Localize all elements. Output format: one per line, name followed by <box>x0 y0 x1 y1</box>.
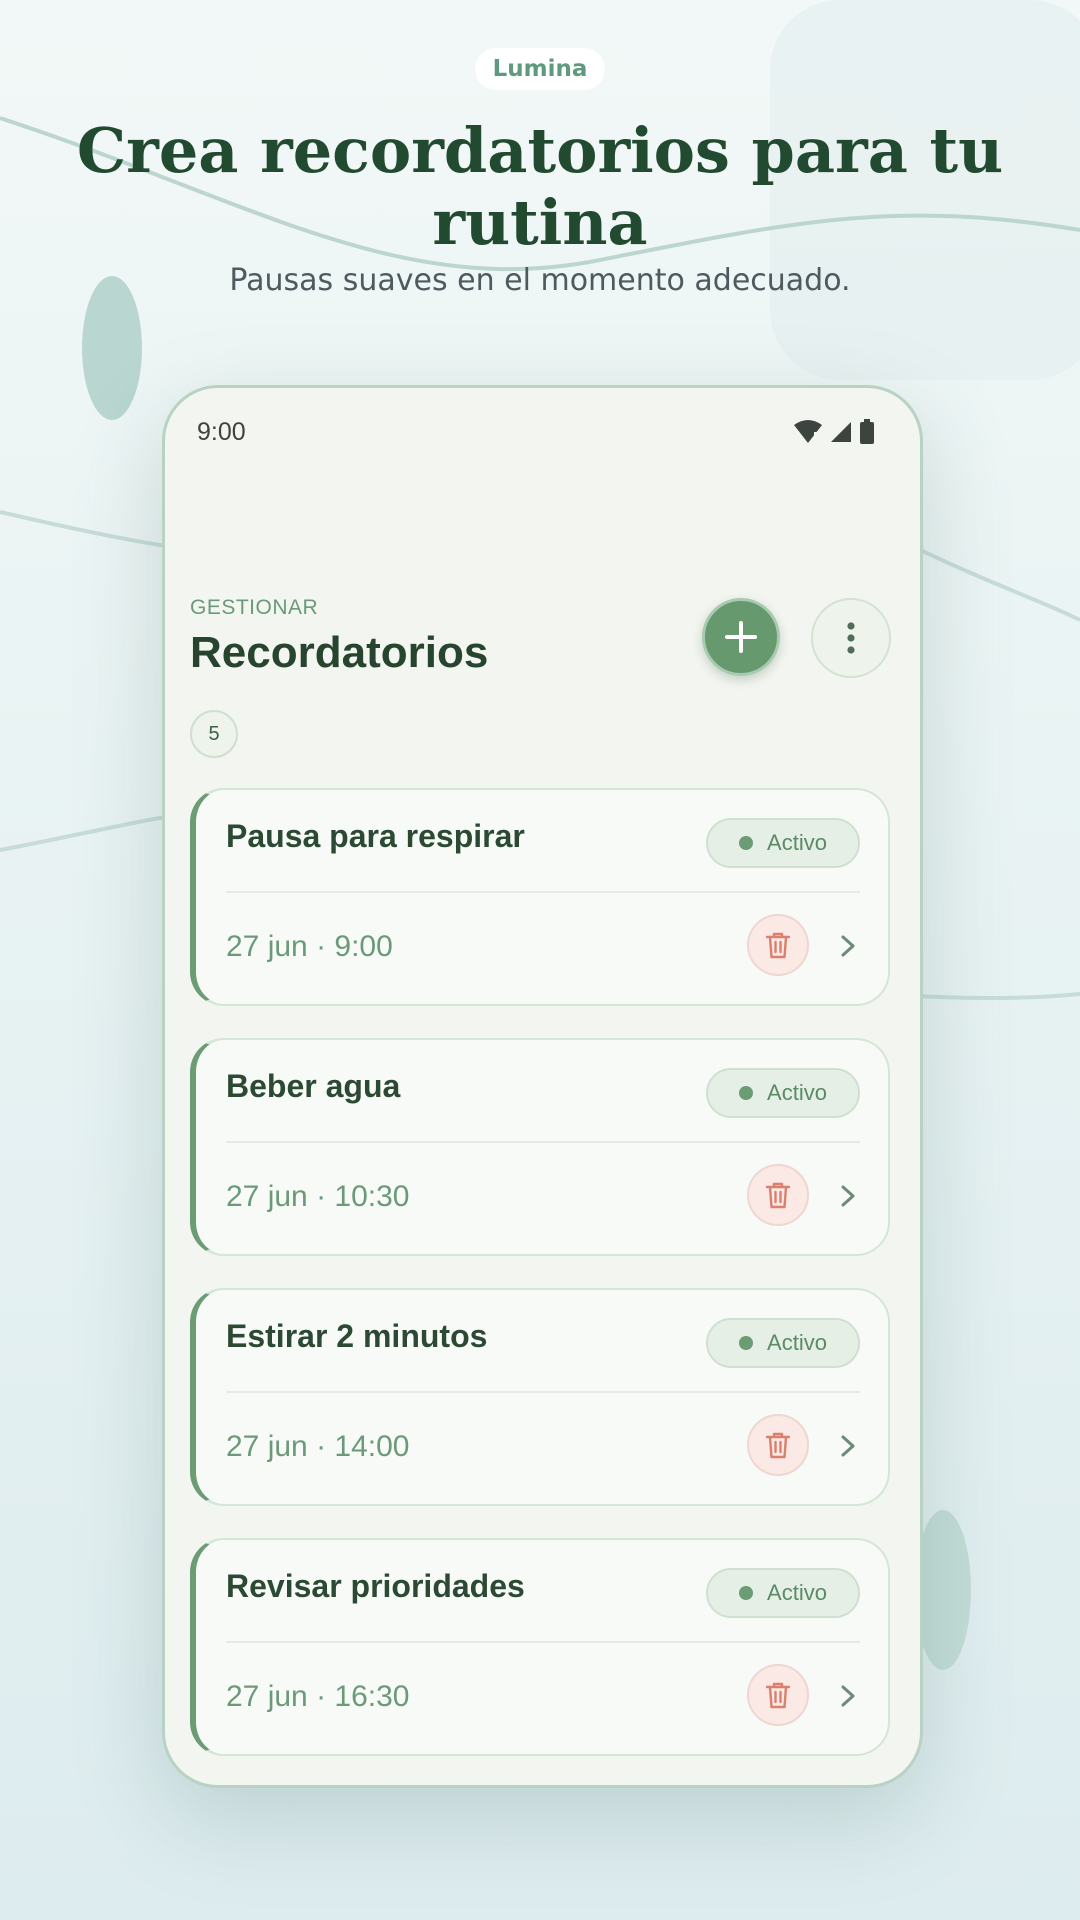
open-details-button[interactable] <box>826 1174 870 1218</box>
status-label: Activo <box>767 830 827 855</box>
status-dot <box>739 1336 754 1350</box>
status-badge: Activo <box>706 1068 860 1118</box>
signal-icon <box>831 422 851 442</box>
trash-icon <box>765 1682 791 1709</box>
wifi-icon <box>794 420 822 443</box>
reminder-card[interactable]: Beber agua Activo 27 jun · 10:30 <box>190 1038 890 1256</box>
chevron-right-icon <box>841 935 855 957</box>
open-details-button[interactable] <box>826 1674 870 1718</box>
reminder-title: Estirar 2 minutos <box>226 1318 488 1354</box>
status-dot <box>739 1586 754 1600</box>
add-icon <box>725 621 757 653</box>
reminder-card[interactable]: Revisar prioridades Activo 27 jun · 16:3… <box>190 1538 890 1756</box>
divider <box>226 1391 860 1393</box>
delete-button[interactable] <box>747 1664 809 1726</box>
more-vert-icon <box>847 622 855 654</box>
reminder-card[interactable]: Pausa para respirar Activo 27 jun · 9:00 <box>190 788 890 1006</box>
chevron-right-icon <box>841 1435 855 1457</box>
reminder-title: Revisar prioridades <box>226 1568 525 1604</box>
add-reminder-button[interactable] <box>702 598 780 676</box>
reminder-datetime: 27 jun · 16:30 <box>226 1680 410 1713</box>
hero-title: Crea recordatorios para tu rutina <box>76 114 1004 259</box>
delete-button[interactable] <box>747 1164 809 1226</box>
battery-icon <box>860 419 874 444</box>
chevron-right-icon <box>841 1685 855 1707</box>
reminder-datetime: 27 jun · 14:00 <box>226 1430 410 1463</box>
divider <box>226 891 860 893</box>
delete-button[interactable] <box>747 1414 809 1476</box>
brand-badge: Lumina <box>475 48 605 90</box>
reminder-count-badge: 5 <box>190 710 238 758</box>
screen-title: Recordatorios <box>190 628 489 677</box>
reminder-title: Beber agua <box>226 1068 401 1104</box>
status-badge: Activo <box>706 818 860 868</box>
divider <box>226 1141 860 1143</box>
trash-icon <box>765 932 791 959</box>
divider <box>226 1641 860 1643</box>
reminder-list: Pausa para respirar Activo 27 jun · 9:00… <box>190 788 890 1785</box>
reminder-datetime: 27 jun · 10:30 <box>226 1180 410 1213</box>
reminder-title: Pausa para respirar <box>226 818 525 854</box>
status-badge: Activo <box>706 1318 860 1368</box>
status-time: 9:00 <box>197 418 246 446</box>
reminder-datetime: 27 jun · 9:00 <box>226 930 393 963</box>
trash-icon <box>765 1182 791 1209</box>
chevron-right-icon <box>841 1185 855 1207</box>
reminder-card[interactable]: Estirar 2 minutos Activo 27 jun · 14:00 <box>190 1288 890 1506</box>
status-label: Activo <box>767 1080 827 1105</box>
section-eyebrow: GESTIONAR <box>190 596 319 619</box>
more-options-button[interactable] <box>811 598 891 678</box>
phone-mockup: 9:00 GESTIONAR Recordatorios 5 Pausa par… <box>162 385 923 1788</box>
status-label: Activo <box>767 1580 827 1605</box>
open-details-button[interactable] <box>826 924 870 968</box>
status-label: Activo <box>767 1330 827 1355</box>
status-dot <box>739 1086 754 1100</box>
trash-icon <box>765 1432 791 1459</box>
status-badge: Activo <box>706 1568 860 1618</box>
status-icons <box>793 418 875 446</box>
delete-button[interactable] <box>747 914 809 976</box>
status-dot <box>739 836 754 850</box>
open-details-button[interactable] <box>826 1424 870 1468</box>
hero-subtitle: Pausas suaves en el momento adecuado. <box>229 263 851 298</box>
